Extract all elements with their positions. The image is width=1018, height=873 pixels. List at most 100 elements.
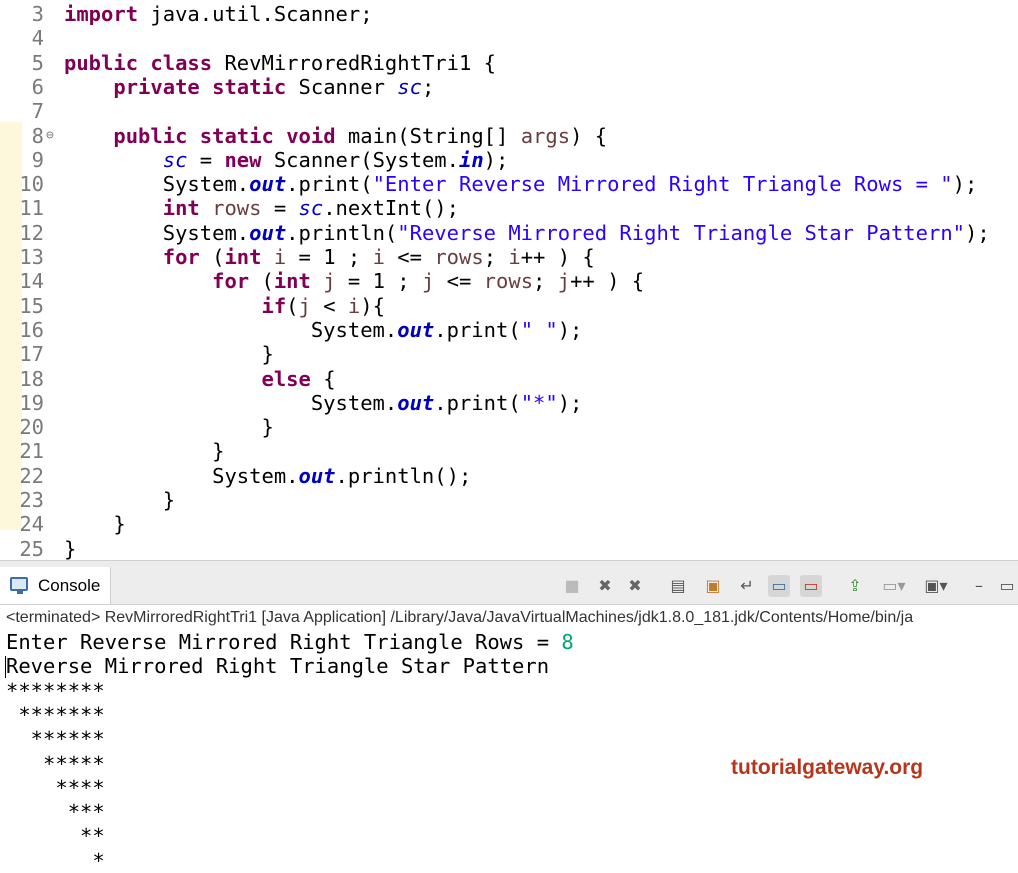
console-tab-label: Console <box>38 576 101 595</box>
code-line[interactable]: 3 import java.util.Scanner; <box>0 2 1018 26</box>
code-text: for (int j = 1 ; j <= rows; j++ ) { <box>64 269 644 293</box>
display-selected-console-icon[interactable]: ▭▾ <box>878 575 910 597</box>
code-token: System. <box>64 390 398 415</box>
maximize-icon[interactable]: ▭ <box>996 575 1018 597</box>
line-number: 24 <box>19 512 44 537</box>
code-line[interactable]: 24 } <box>0 512 1018 536</box>
code-token: else <box>261 366 311 391</box>
code-text: } <box>64 512 125 536</box>
code-token: } <box>64 342 274 367</box>
code-token: Scanner(System. <box>261 147 459 172</box>
code-token: sc <box>162 147 188 172</box>
code-line[interactable]: 10 System.out.print("Enter Reverse Mirro… <box>0 172 1018 196</box>
code-line[interactable]: 16 System.out.print(" "); <box>0 318 1018 342</box>
code-token: out <box>397 390 435 415</box>
code-token: .print( <box>434 390 521 415</box>
line-number: 9 <box>31 147 44 172</box>
minimize-icon[interactable]: – <box>968 575 990 597</box>
code-line[interactable]: 4 <box>0 26 1018 50</box>
code-line[interactable]: 12 System.out.println("Reverse Mirrored … <box>0 221 1018 245</box>
code-token: System. <box>64 172 250 197</box>
show-on-stdout-icon[interactable]: ▭ <box>768 575 790 597</box>
clear-console-icon[interactable]: ▤ <box>667 575 689 597</box>
code-token: rows <box>212 196 262 221</box>
code-token: int <box>273 269 311 294</box>
code-token: rows <box>434 245 484 269</box>
code-line[interactable]: 7 <box>0 99 1018 123</box>
code-token: int <box>162 196 200 221</box>
code-editor[interactable]: 3 import java.util.Scanner; 4 5 public class… <box>0 0 1018 560</box>
code-token: ); <box>557 390 583 415</box>
line-number: 10 <box>19 172 44 197</box>
code-line[interactable]: 14 for (int j = 1 ; j <= rows; j++ ) { <box>0 269 1018 293</box>
code-token: System. <box>64 317 398 342</box>
code-token: static <box>212 74 287 99</box>
console-icon <box>10 577 28 594</box>
code-token: <= <box>384 245 435 269</box>
word-wrap-icon[interactable]: ↵ <box>736 575 758 597</box>
code-token: i <box>508 245 521 269</box>
code-line[interactable]: 17 } <box>0 342 1018 366</box>
console-output-line: **** <box>6 775 105 800</box>
code-line[interactable]: 23 } <box>0 488 1018 512</box>
code-line[interactable]: 25} <box>0 537 1018 560</box>
scroll-lock-icon[interactable]: ▣ <box>702 575 724 597</box>
console-output-line: Reverse Mirrored Right Triangle Star Pat… <box>6 654 550 679</box>
code-line[interactable]: 6 private static Scanner sc; <box>0 75 1018 99</box>
code-token: j <box>557 269 571 294</box>
code-token: for <box>212 269 250 294</box>
line-number: 12 <box>19 220 44 245</box>
console-tab[interactable]: Console <box>0 567 111 604</box>
line-number: 18 <box>19 366 44 391</box>
remove-all-terminated-icon[interactable]: ✖ <box>624 575 646 597</box>
code-token: new <box>224 147 262 172</box>
code-token: = <box>261 196 299 221</box>
code-line[interactable]: 19 System.out.print("*"); <box>0 391 1018 415</box>
code-token: ; <box>483 245 509 269</box>
open-console-icon[interactable]: ▣▾ <box>920 575 952 597</box>
code-line[interactable]: 22 System.out.println(); <box>0 464 1018 488</box>
pin-console-icon[interactable]: ⇪ <box>844 575 866 597</box>
code-token: static <box>199 123 274 148</box>
code-line[interactable]: 8 ⊖ public static void main(String[] args… <box>0 124 1018 148</box>
code-line[interactable]: 11 int rows = sc.nextInt(); <box>0 196 1018 220</box>
console-output[interactable]: Enter Reverse Mirrored Right Triangle Ro… <box>0 630 1018 873</box>
line-number: 25 <box>19 536 44 560</box>
fold-toggle-icon[interactable]: ⊖ <box>46 124 60 148</box>
line-number: 15 <box>19 293 44 318</box>
code-text: } <box>64 439 224 463</box>
line-number: 8 <box>31 123 44 148</box>
code-token: int <box>224 245 262 269</box>
code-text: for (int i = 1 ; i <= rows; i++ ) { <box>64 245 595 269</box>
code-line[interactable]: 20 } <box>0 415 1018 439</box>
code-token: out <box>298 463 336 488</box>
prompt-input: 8 <box>561 630 574 654</box>
code-line[interactable]: 13 for (int i = 1 ; i <= rows; i++ ) { <box>0 245 1018 269</box>
code-token: ++ ) { <box>520 245 595 269</box>
code-text: import java.util.Scanner; <box>64 2 373 26</box>
code-token: } <box>64 415 274 440</box>
code-line[interactable]: 15 if(j < i){ <box>0 294 1018 318</box>
remove-launch-icon[interactable]: ✖ <box>594 575 616 597</box>
code-token: j <box>421 269 435 294</box>
console-output-line: *** <box>6 800 105 825</box>
code-text: private static Scanner sc; <box>64 75 434 99</box>
code-token: if <box>261 293 287 318</box>
code-text: sc = new Scanner(System.in); <box>64 147 509 172</box>
code-token: <= <box>434 269 484 294</box>
code-text: public static void main(String[] args) { <box>64 124 607 148</box>
console-output-line: * <box>6 848 105 873</box>
code-line[interactable]: 9 sc = new Scanner(System.in); <box>0 148 1018 172</box>
code-line[interactable]: 21 } <box>0 439 1018 463</box>
code-line[interactable]: 5 public class RevMirroredRightTri1 { <box>0 51 1018 75</box>
show-on-stderr-icon[interactable]: ▭ <box>800 575 822 597</box>
stop-icon[interactable]: ■ <box>561 575 583 597</box>
code-token: import <box>64 2 139 26</box>
code-token: in <box>458 147 484 172</box>
code-token: private <box>113 74 200 99</box>
code-line[interactable]: 18 else { <box>0 367 1018 391</box>
code-token: } <box>64 488 176 512</box>
